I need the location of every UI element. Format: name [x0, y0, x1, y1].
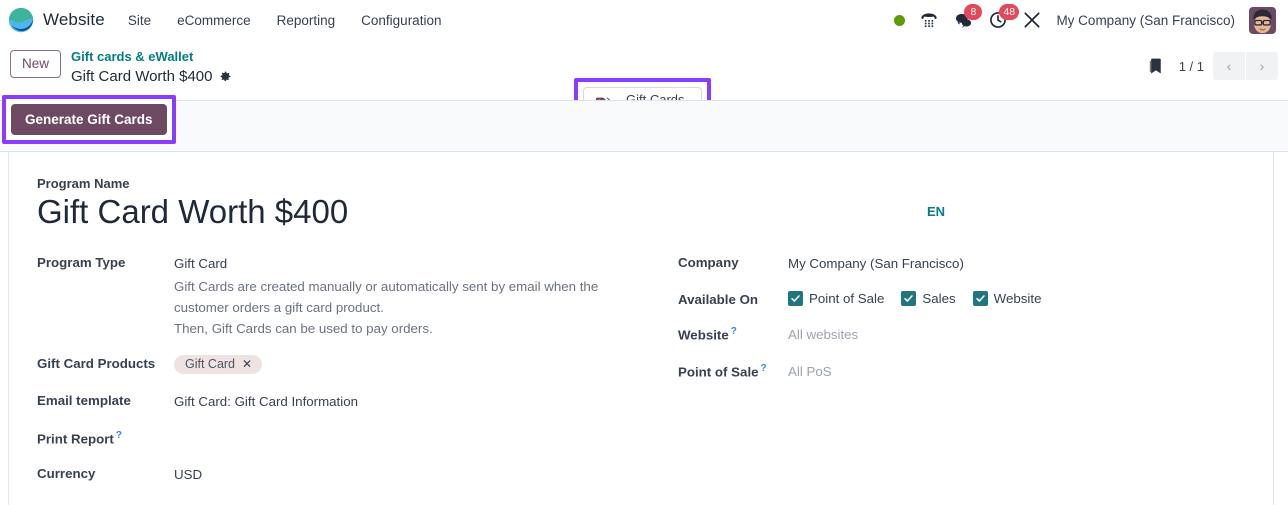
pager-previous-button[interactable]: ‹ — [1213, 52, 1245, 80]
generate-gift-cards-button[interactable]: Generate Gift Cards — [11, 104, 167, 135]
form-column-right: Company My Company (San Francisco) Avail… — [641, 254, 1245, 497]
checkbox-point-of-sale[interactable]: Point of Sale — [788, 291, 885, 307]
print-report-help-icon[interactable]: ? — [116, 430, 122, 441]
control-panel: New Gift cards & eWallet Gift Card Worth… — [0, 40, 1288, 138]
point-of-sale-label-text: Point of Sale — [678, 364, 759, 380]
form-sheet-background: Program Name Gift Card Worth $400 EN Pro… — [0, 152, 1288, 505]
checkbox-website-label: Website — [993, 291, 1042, 307]
available-on-checkbox-group: Point of Sale Sales Website — [788, 291, 1042, 307]
brand-name: Website — [43, 10, 105, 29]
phone-dialpad-icon[interactable] — [919, 10, 939, 30]
checkbox-checked-icon — [788, 291, 803, 307]
gear-icon[interactable] — [219, 70, 232, 83]
activities-badge: 48 — [999, 4, 1020, 20]
tools-icon[interactable] — [1022, 10, 1042, 30]
available-on-label: Available On — [678, 292, 759, 308]
company-label: Company — [678, 254, 739, 270]
field-print-report: Print Report? — [37, 429, 641, 446]
program-name-label: Program Name — [37, 176, 130, 191]
field-website: Website? All websites — [678, 325, 1245, 344]
gift-card-product-tag-label: Gift Card — [185, 357, 236, 372]
language-badge[interactable]: EN — [927, 204, 945, 219]
pager-next-button[interactable]: › — [1246, 52, 1278, 80]
field-email-template: Email template Gift Card: Gift Card Info… — [37, 392, 641, 411]
nav-item-ecommerce[interactable]: eCommerce — [164, 8, 264, 33]
checkbox-sales-label: Sales — [922, 291, 956, 307]
checkbox-checked-icon — [972, 291, 988, 307]
pager-area: 1 / 1 ‹ › — [1145, 46, 1278, 80]
point-of-sale-value[interactable]: All PoS — [788, 362, 832, 381]
field-gift-card-products: Gift Card Products Gift Card ✕ — [37, 355, 641, 375]
action-button-bar: Generate Gift Cards — [0, 95, 1288, 152]
company-switcher[interactable]: My Company (San Francisco) — [1056, 13, 1235, 28]
point-of-sale-label: Point of Sale? — [678, 362, 788, 379]
website-label-text: Website — [678, 327, 729, 343]
website-help-icon[interactable]: ? — [731, 326, 737, 337]
navbar-right-tools: 8 48 My Company (San Francisco) — [894, 4, 1280, 34]
messages-icon[interactable]: 8 — [953, 4, 983, 30]
program-name-value[interactable]: Gift Card Worth $400 — [37, 193, 1245, 232]
breadcrumb-current-record: Gift Card Worth $400 — [71, 67, 213, 85]
program-type-description: Gift Cards are created manually or autom… — [174, 279, 599, 337]
nav-item-configuration[interactable]: Configuration — [348, 8, 454, 33]
remove-tag-icon[interactable]: ✕ — [242, 358, 252, 370]
brand-area[interactable]: Website — [6, 7, 115, 33]
field-currency: Currency USD — [37, 465, 641, 484]
nav-item-reporting[interactable]: Reporting — [264, 8, 349, 33]
email-template-label: Email template — [37, 393, 131, 409]
field-program-type: Program Type Gift Card Gift Cards are cr… — [37, 254, 641, 339]
field-company: Company My Company (San Francisco) — [678, 254, 1245, 273]
field-point-of-sale: Point of Sale? All PoS — [678, 362, 1245, 381]
form-columns: Program Type Gift Card Gift Cards are cr… — [37, 254, 1245, 497]
nav-menu: Site eCommerce Reporting Configuration — [115, 8, 455, 33]
breadcrumb-parent-link[interactable]: Gift cards & eWallet — [71, 48, 232, 67]
breadcrumb: New Gift cards & eWallet Gift Card Worth… — [10, 46, 232, 87]
top-navbar: Website Site eCommerce Reporting Configu… — [0, 0, 1288, 40]
new-record-button[interactable]: New — [10, 50, 62, 78]
gift-card-product-tag[interactable]: Gift Card ✕ — [174, 355, 263, 375]
checkbox-sales[interactable]: Sales — [901, 291, 956, 307]
messages-badge: 8 — [964, 4, 983, 20]
company-value[interactable]: My Company (San Francisco) — [788, 254, 964, 273]
currency-label: Currency — [37, 465, 96, 481]
print-report-label: Print Report? — [37, 429, 174, 446]
form-sheet: Program Name Gift Card Worth $400 EN Pro… — [8, 152, 1274, 505]
print-report-label-text: Print Report — [37, 431, 114, 447]
checkbox-point-of-sale-label: Point of Sale — [809, 291, 885, 307]
nav-item-site[interactable]: Site — [115, 8, 164, 33]
form-column-left: Program Type Gift Card Gift Cards are cr… — [37, 254, 641, 497]
save-record-icon[interactable] — [1145, 56, 1166, 77]
website-value[interactable]: All websites — [788, 325, 858, 344]
checkbox-website[interactable]: Website — [972, 291, 1042, 307]
website-label: Website? — [678, 325, 788, 342]
field-available-on: Available On Point of Sale Sales Website — [678, 291, 1245, 307]
program-type-label: Program Type — [37, 254, 126, 270]
currency-value[interactable]: USD — [174, 465, 202, 484]
record-title-block: Program Name Gift Card Worth $400 EN — [37, 176, 1245, 232]
email-template-value[interactable]: Gift Card: Gift Card Information — [174, 392, 358, 411]
point-of-sale-help-icon[interactable]: ? — [761, 363, 767, 374]
checkbox-checked-icon — [901, 291, 917, 307]
pager-count[interactable]: 1 / 1 — [1179, 59, 1204, 74]
online-status-dot — [894, 14, 906, 26]
user-avatar[interactable] — [1249, 6, 1276, 34]
activities-clock-icon[interactable]: 48 — [988, 4, 1020, 30]
odoo-website-logo-icon — [8, 7, 34, 33]
program-type-value[interactable]: Gift Card — [174, 254, 614, 273]
highlight-box-generate: Generate Gift Cards — [2, 95, 176, 144]
gift-card-products-label: Gift Card Products — [37, 356, 156, 372]
